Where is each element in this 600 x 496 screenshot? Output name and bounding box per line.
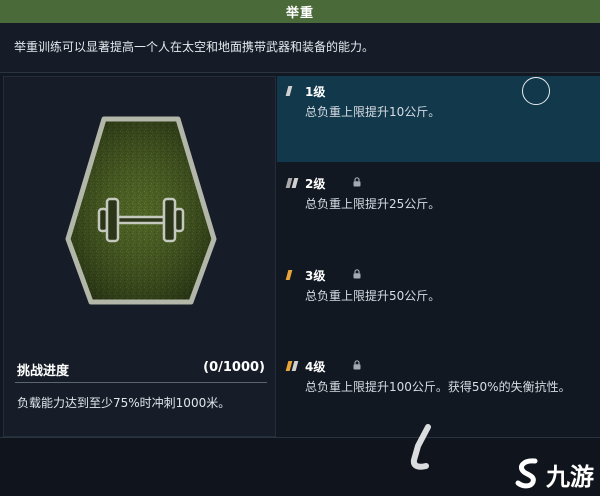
level-row-1[interactable]: 1级 总负重上限提升10公斤。 <box>277 76 600 162</box>
rank-icon <box>285 178 299 188</box>
challenge-divider <box>15 382 267 383</box>
challenge-requirement: 负载能力达到至少75%时冲刺1000米。 <box>17 396 231 410</box>
lock-icon <box>353 360 361 370</box>
level-list: 1级 总负重上限提升10公斤。 2级 总负重上限提升25公斤。 3级 总负重上限… <box>277 76 600 437</box>
lock-icon <box>353 269 361 279</box>
level-effect: 总负重上限提升100公斤。获得50%的失衡抗性。 <box>305 380 571 394</box>
level-effect: 总负重上限提升10公斤。 <box>305 105 441 119</box>
challenge-progress-label: 挑战进度 <box>17 364 70 379</box>
dumbbell-bar <box>116 215 166 225</box>
level-label: 1级 <box>305 85 326 99</box>
level-label: 3级 <box>305 269 326 283</box>
selection-ring-icon[interactable] <box>522 77 550 105</box>
skill-description: 举重训练可以显著提高一个人在太空和地面携带武器和装备的能力。 <box>14 40 375 54</box>
level-row-4[interactable]: 4级 总负重上限提升100公斤。获得50%的失衡抗性。 <box>277 351 600 437</box>
level-row-2[interactable]: 2级 总负重上限提升25公斤。 <box>277 168 600 254</box>
watermark-text: 九游 <box>546 463 594 491</box>
title-bar: 举重 <box>0 0 600 23</box>
dumbbell-plate-left-inner <box>105 197 120 243</box>
watermark-logo-icon <box>515 458 538 489</box>
rank-bar <box>291 178 299 188</box>
challenge-progress-count: (0/1000) <box>203 360 265 375</box>
level-label: 2级 <box>305 177 326 191</box>
rank-icon <box>285 270 293 280</box>
rank-icon <box>285 361 299 371</box>
description-area: 举重训练可以显著提高一个人在太空和地面携带武器和装备的能力。 <box>0 23 600 73</box>
bottom-bar <box>0 437 600 496</box>
level-row-3[interactable]: 3级 总负重上限提升50公斤。 <box>277 260 600 346</box>
lock-icon <box>353 177 361 187</box>
page-title: 举重 <box>285 6 314 21</box>
rank-bar <box>291 361 299 371</box>
level-effect: 总负重上限提升50公斤。 <box>305 289 441 303</box>
watermark-brush-mark <box>410 424 431 470</box>
badge-hexagon-shade <box>68 119 214 302</box>
skill-badge <box>65 116 217 305</box>
rank-bar <box>285 270 293 280</box>
skill-detail-panel: 挑战进度 (0/1000) 负载能力达到至少75%时冲刺1000米。 <box>3 76 276 437</box>
level-label: 4级 <box>305 360 326 374</box>
dumbbell-plate-right-inner <box>162 197 177 243</box>
rank-bar <box>285 86 293 96</box>
level-effect: 总负重上限提升25公斤。 <box>305 197 441 211</box>
dumbbell-plate-right-outer <box>173 207 185 233</box>
rank-icon <box>285 86 293 96</box>
